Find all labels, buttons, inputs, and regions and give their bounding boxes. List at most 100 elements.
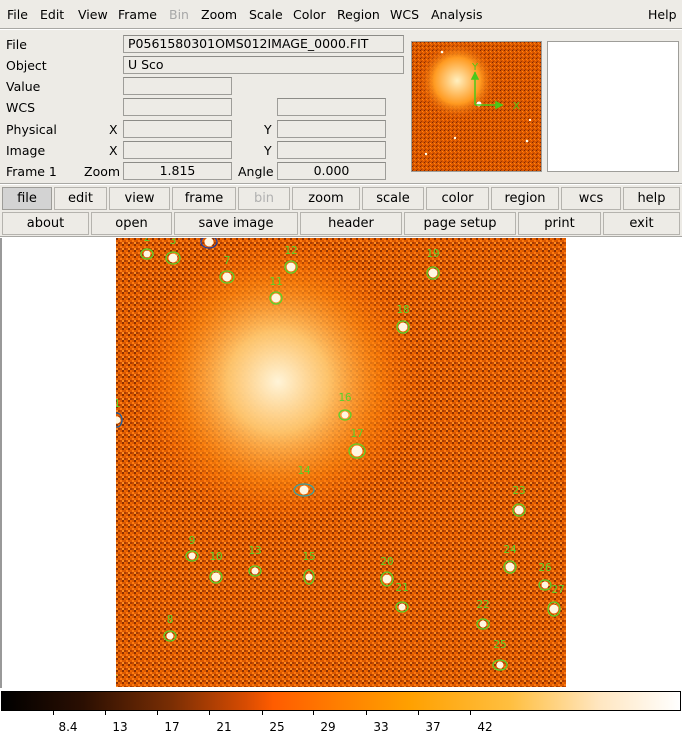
- region-label: 12: [284, 244, 297, 257]
- menu-analysis[interactable]: Analysis: [431, 7, 483, 22]
- star-source: [428, 268, 438, 278]
- colorbar-tick: [470, 711, 471, 715]
- colorbar-tick: [53, 711, 54, 715]
- value-label: Value: [6, 79, 41, 94]
- region-label: 22: [476, 598, 489, 611]
- button-save-image[interactable]: save image: [174, 212, 298, 235]
- star-source: [286, 262, 296, 272]
- region-label: 8: [167, 613, 174, 626]
- menu-region[interactable]: Region: [337, 7, 380, 22]
- star-source: [496, 661, 504, 669]
- region-label: 18: [396, 303, 409, 316]
- star-source: [514, 505, 524, 515]
- region-label: 19: [426, 247, 439, 260]
- button-file[interactable]: file: [2, 187, 52, 210]
- region-label: 27: [551, 583, 564, 596]
- star-source: [479, 620, 487, 628]
- region-label: 14: [297, 464, 311, 477]
- button-header[interactable]: header: [300, 212, 402, 235]
- button-view[interactable]: view: [109, 187, 170, 210]
- zoom-label: Zoom: [84, 164, 121, 179]
- menu-scale[interactable]: Scale: [249, 7, 283, 22]
- region-label: 16: [338, 391, 351, 404]
- magnifier: [547, 41, 679, 172]
- menu-zoom[interactable]: Zoom: [201, 7, 237, 22]
- colorbar-tick-label: 17: [164, 720, 180, 734]
- region-label: 26: [538, 561, 551, 574]
- star-source: [143, 250, 151, 258]
- wcs-y-field: [277, 98, 386, 116]
- button-wcs[interactable]: wcs: [561, 187, 621, 210]
- colorbar-tick-label: 33: [373, 720, 389, 734]
- physical-y-field: [277, 120, 386, 138]
- star-source: [351, 445, 363, 457]
- star-source: [382, 574, 392, 584]
- button-exit[interactable]: exit: [603, 212, 680, 235]
- region-label: 23: [512, 484, 525, 497]
- region-label: 13: [248, 544, 261, 557]
- menu-edit[interactable]: Edit: [40, 7, 64, 22]
- star-source: [188, 552, 196, 560]
- colorbar-tick: [105, 711, 106, 715]
- menu-file[interactable]: File: [7, 7, 28, 22]
- button-bin: bin: [238, 187, 290, 210]
- button-scale[interactable]: scale: [362, 187, 424, 210]
- region-label: 3: [170, 238, 177, 247]
- fits-image[interactable]: 1234578910111213141516171819202122232425…: [116, 238, 566, 687]
- file-field: P0561580301OMS012IMAGE_0000.FIT: [123, 35, 404, 53]
- region-label: 10: [209, 550, 222, 563]
- compass-x-label: X: [513, 101, 520, 112]
- colorbar-tick: [418, 711, 419, 715]
- button-zoom[interactable]: zoom: [292, 187, 360, 210]
- colorbar-tick-label: 42: [477, 720, 493, 734]
- colorbar-tick: [313, 711, 314, 715]
- star-source: [398, 603, 406, 611]
- button-print[interactable]: print: [518, 212, 601, 235]
- button-edit[interactable]: edit: [54, 187, 107, 210]
- panner[interactable]: Y X: [411, 41, 542, 172]
- image-y-field: [277, 141, 386, 159]
- button-open[interactable]: open: [91, 212, 172, 235]
- region-label: 2: [144, 238, 151, 244]
- button-page-setup[interactable]: page setup: [404, 212, 516, 235]
- image-x-label: X: [109, 143, 118, 158]
- angle-label: Angle: [238, 164, 274, 179]
- region-label: 24: [503, 543, 517, 556]
- button-region[interactable]: region: [491, 187, 559, 210]
- region-label: 15: [302, 550, 315, 563]
- colorbar-tick-label: 21: [216, 720, 232, 734]
- frame-label: Frame 1: [6, 164, 57, 179]
- colorbar-tick-label: 8.4: [58, 720, 78, 734]
- star-source: [166, 632, 174, 640]
- menu-color[interactable]: Color: [293, 7, 326, 22]
- colorbar-tick-label: 25: [269, 720, 285, 734]
- image-label: Image: [6, 143, 46, 158]
- star-source: [299, 485, 309, 495]
- wcs-x-field: [123, 98, 232, 116]
- star-source: [541, 581, 549, 589]
- colorbar-tick-label: 29: [320, 720, 336, 734]
- button-frame[interactable]: frame: [172, 187, 236, 210]
- angle-field: 0.000: [277, 162, 386, 180]
- physical-x-field: [123, 120, 232, 138]
- object-field: U Sco: [123, 56, 404, 74]
- menu-view[interactable]: View: [78, 7, 108, 22]
- region-label: 25: [493, 638, 506, 651]
- star-source: [271, 293, 281, 303]
- value-field: [123, 77, 232, 95]
- star-source: [505, 562, 515, 572]
- menu-help[interactable]: Help: [648, 7, 677, 22]
- star-source: [211, 572, 221, 582]
- colorbar[interactable]: [1, 691, 681, 711]
- button-help[interactable]: help: [623, 187, 680, 210]
- image-x-field: [123, 141, 232, 159]
- colorbar-tick: [366, 711, 367, 715]
- colorbar-tick-label: 37: [425, 720, 441, 734]
- star-source: [168, 253, 178, 263]
- menu-bar: File Edit View Frame Bin Zoom Scale Colo…: [0, 0, 682, 29]
- image-y-label: Y: [264, 143, 272, 158]
- menu-frame[interactable]: Frame: [118, 7, 157, 22]
- button-color[interactable]: color: [426, 187, 489, 210]
- button-about[interactable]: about: [2, 212, 89, 235]
- menu-wcs[interactable]: WCS: [390, 7, 419, 22]
